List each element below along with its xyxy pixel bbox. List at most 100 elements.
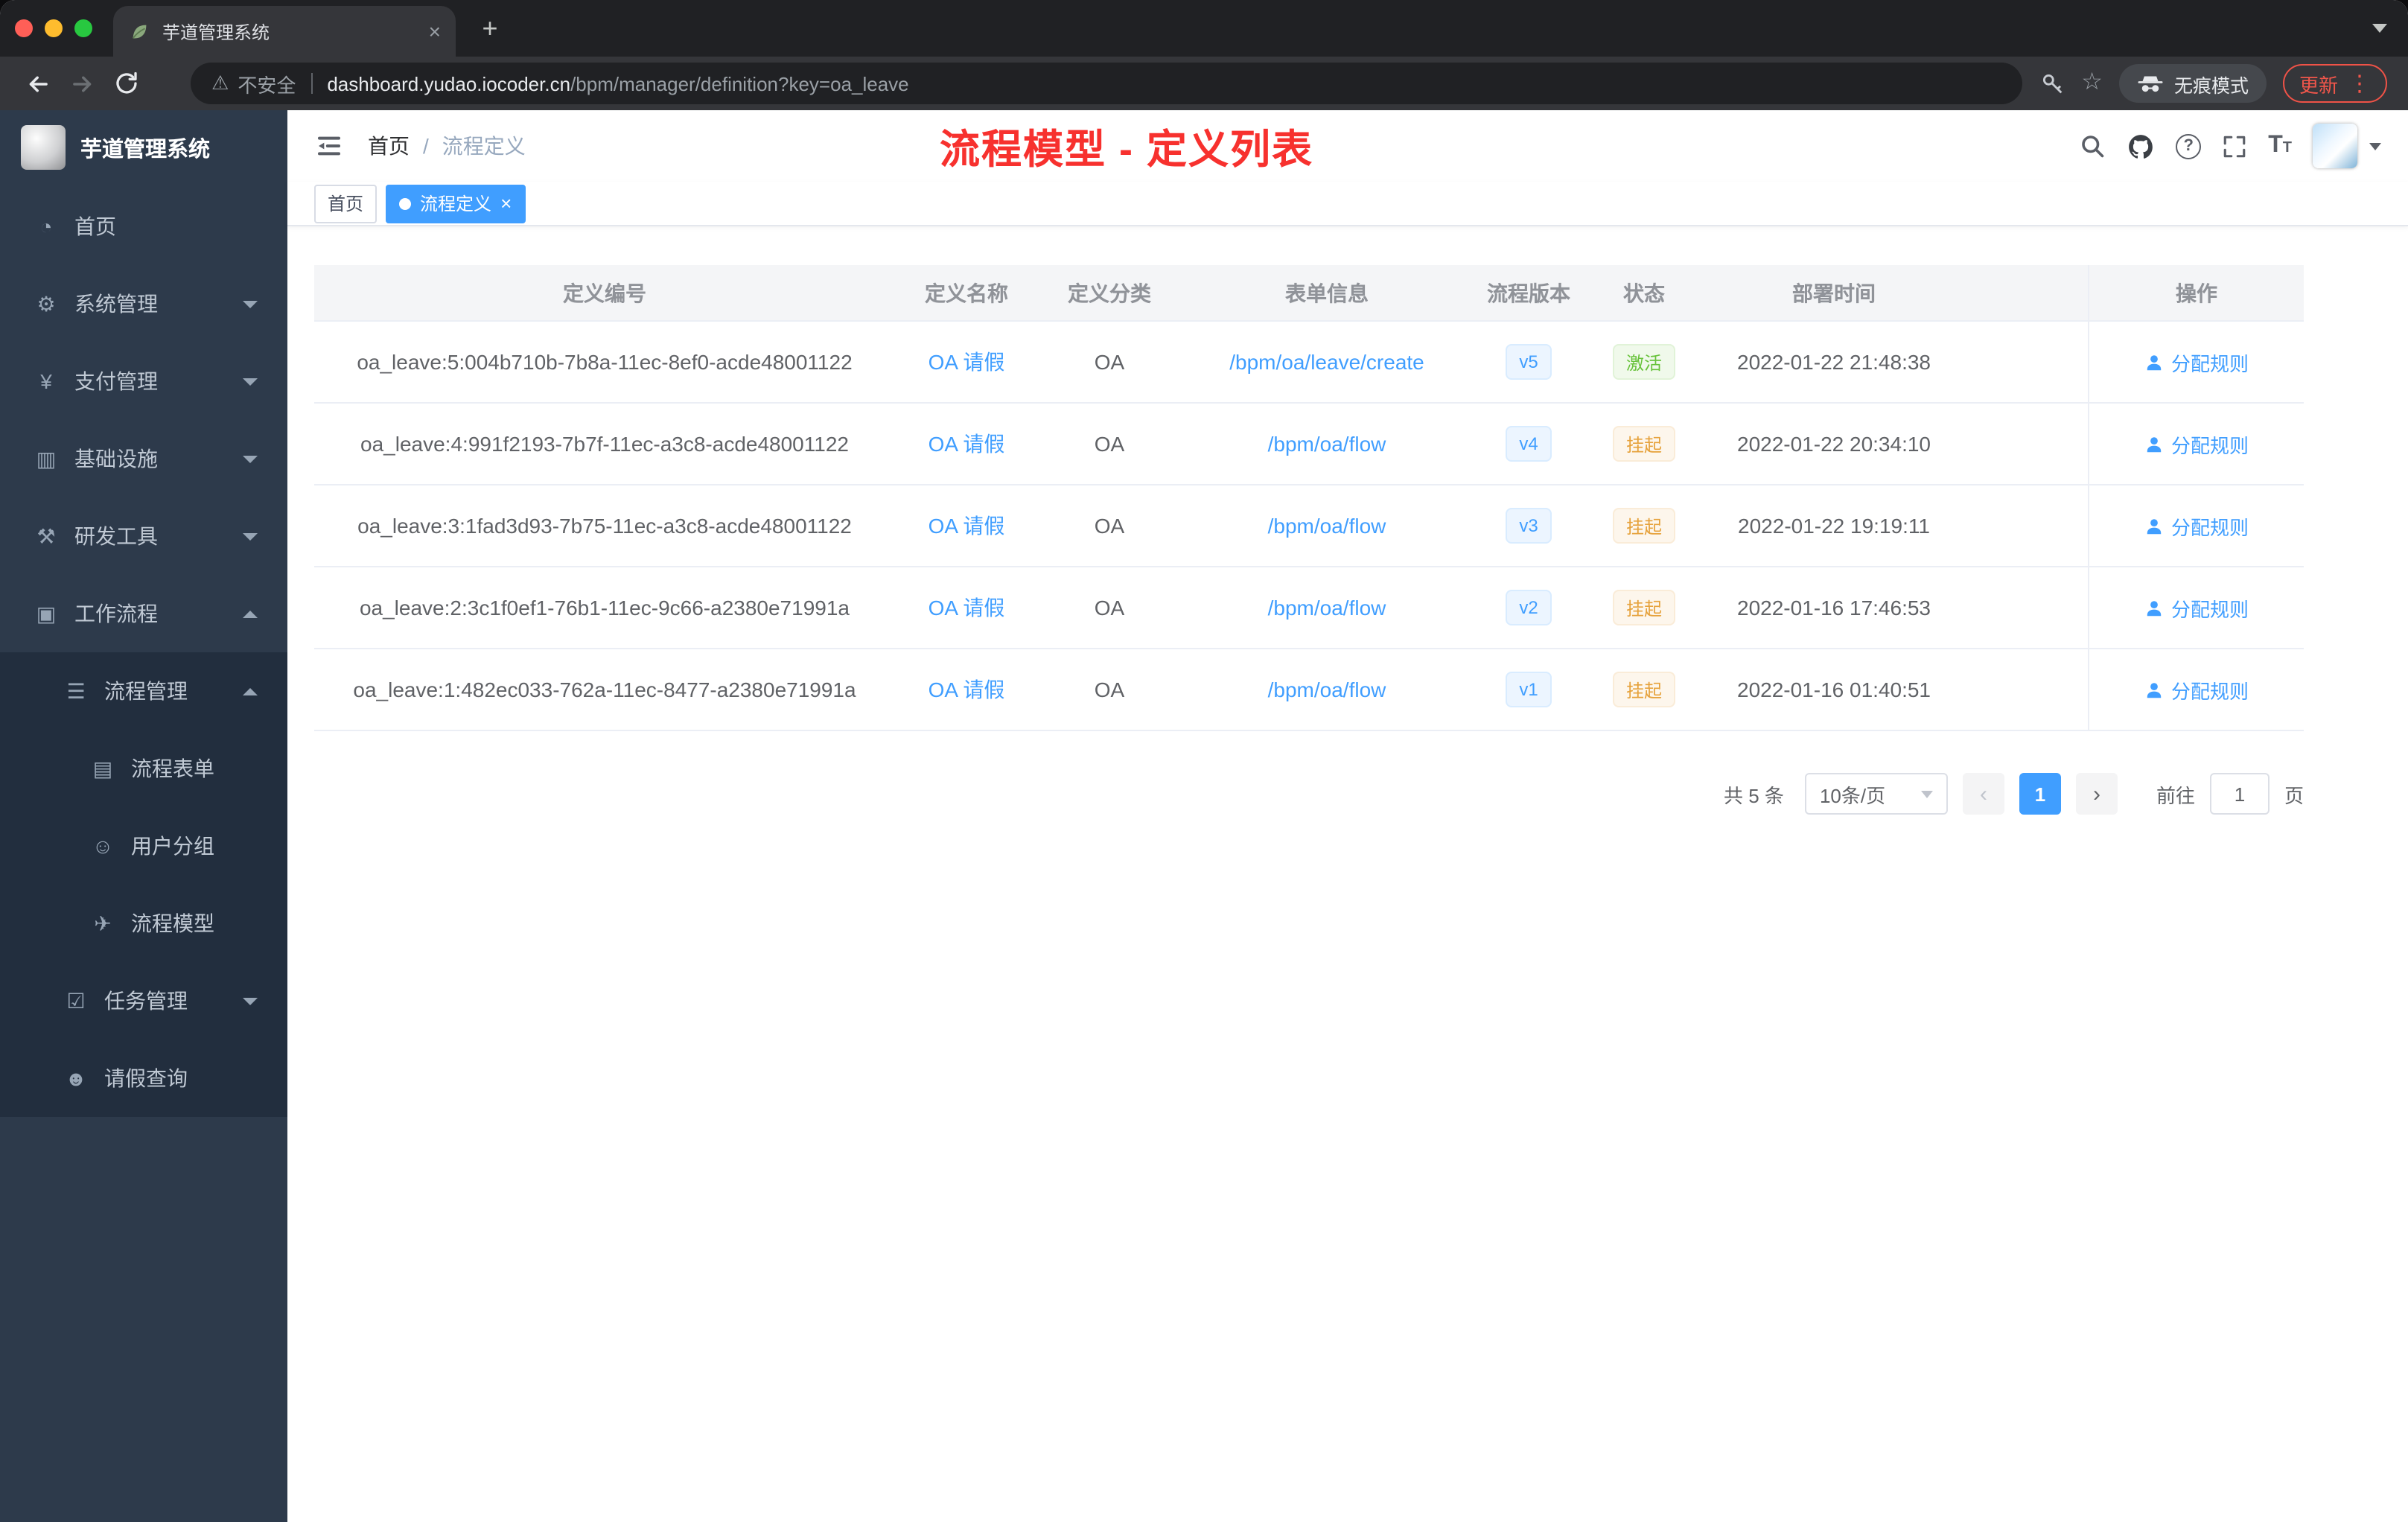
sidebar-item-8[interactable]: ☺ 用户分组 xyxy=(0,807,287,885)
cell-deploy-time: 2022-01-22 19:19:11 xyxy=(1738,514,1930,538)
form-info-link[interactable]: /bpm/oa/leave/create xyxy=(1229,350,1424,374)
page-number-1[interactable]: 1 xyxy=(2019,773,2061,815)
app-title: 芋道管理系统 xyxy=(80,138,210,162)
col-form-info: 表单信息 xyxy=(1285,281,1369,305)
breadcrumb-home[interactable]: 首页 xyxy=(368,131,410,161)
traffic-lights xyxy=(0,19,113,37)
goto-page-input[interactable]: 1 xyxy=(2209,773,2270,815)
reload-button[interactable] xyxy=(104,61,149,106)
definition-name-link[interactable]: OA 请假 xyxy=(929,429,1005,459)
workflow-icon: ▣ xyxy=(36,601,57,625)
sidebar-item-label: 用户分组 xyxy=(131,834,214,858)
sidebar-item-2[interactable]: ¥ 支付管理 xyxy=(0,343,287,420)
active-tag-dot xyxy=(399,197,412,209)
close-window-button[interactable] xyxy=(15,19,33,37)
cell-spacer xyxy=(1964,404,2088,484)
assign-rule-link[interactable]: 分配规则 xyxy=(2144,430,2249,458)
tab-search-chevron-icon[interactable] xyxy=(2372,24,2387,33)
sidebar-item-9[interactable]: ✈ 流程模型 xyxy=(0,885,287,962)
browser-menu-dots-icon[interactable] xyxy=(2348,72,2371,95)
form-info-link[interactable]: /bpm/oa/flow xyxy=(1268,432,1386,456)
form-info-link[interactable]: /bpm/oa/flow xyxy=(1268,678,1386,701)
sidebar-item-label: 系统管理 xyxy=(74,292,158,316)
maximize-window-button[interactable] xyxy=(74,19,92,37)
password-key-icon[interactable] xyxy=(2039,71,2065,96)
incognito-badge: 无痕模式 xyxy=(2118,64,2267,103)
tags-view-bar: 首页 流程定义 xyxy=(287,182,2408,226)
browser-toolbar: 不安全 dashboard.yudao.iocoder.cn /bpm/mana… xyxy=(0,57,2408,110)
avatar-caret-down-icon[interactable] xyxy=(2369,142,2381,150)
incognito-icon xyxy=(2137,74,2164,93)
sidebar-item-5[interactable]: ▣ 工作流程 xyxy=(0,575,287,652)
help-icon[interactable] xyxy=(2176,133,2202,159)
status-tag: 挂起 xyxy=(1612,672,1675,707)
fullscreen-icon[interactable] xyxy=(2222,133,2247,159)
cell-category: OA xyxy=(1094,350,1125,374)
sidebar-item-10[interactable]: ☑ 任务管理 xyxy=(0,962,287,1039)
definition-name-link[interactable]: OA 请假 xyxy=(929,593,1005,623)
tag-process-definition[interactable]: 流程定义 xyxy=(386,184,526,223)
definition-name-link[interactable]: OA 请假 xyxy=(929,347,1005,377)
col-status: 状态 xyxy=(1623,281,1665,305)
form-info-link[interactable]: /bpm/oa/flow xyxy=(1268,514,1386,538)
url-domain: dashboard.yudao.iocoder.cn xyxy=(327,72,571,95)
sidebar-item-3[interactable]: ▥ 基础设施 xyxy=(0,420,287,497)
chrome-update-button[interactable]: 更新 xyxy=(2282,64,2387,103)
bookmark-star-icon[interactable] xyxy=(2081,71,2103,95)
forward-button[interactable] xyxy=(60,61,104,106)
page-size-select[interactable]: 10条/页 xyxy=(1804,773,1948,815)
version-tag: v1 xyxy=(1506,672,1552,707)
sidebar-collapse-icon[interactable] xyxy=(314,131,344,161)
tag-close-icon[interactable] xyxy=(500,194,512,213)
assign-rule-link[interactable]: 分配规则 xyxy=(2144,593,2249,622)
tag-home[interactable]: 首页 xyxy=(314,184,378,223)
security-label: 不安全 xyxy=(238,74,296,96)
github-icon[interactable] xyxy=(2127,132,2155,160)
person-icon xyxy=(2144,434,2164,453)
minimize-window-button[interactable] xyxy=(45,19,63,37)
sidebar: 芋道管理系统 ◔ 首页 ⚙ 系统管理 ¥ 支付管理 ▥ 基础设施 ⚒ 研发工具 ▣ 工作流程 ☰ 流程管理… xyxy=(0,110,287,1522)
next-page-button[interactable] xyxy=(2075,773,2118,815)
chevron-down-icon xyxy=(243,455,258,462)
tab-close-icon[interactable] xyxy=(429,21,441,42)
form-info-link[interactable]: /bpm/oa/flow xyxy=(1268,596,1386,620)
logo-avatar xyxy=(21,125,66,170)
col-version: 流程版本 xyxy=(1487,281,1570,305)
main-area: 首页 / 流程定义 流程模型 - 定义列表 ? T T 首页 流程定义 × 定义… xyxy=(287,110,2408,1522)
table-row: oa_leave:1:482ec033-762a-11ec-8477-a2380… xyxy=(314,649,2304,731)
task-icon: ☑ xyxy=(66,988,86,1012)
goto-label: 前往 xyxy=(2156,784,2195,806)
assign-rule-link[interactable]: 分配规则 xyxy=(2144,675,2249,704)
sidebar-item-label: 流程表单 xyxy=(131,757,214,780)
person-icon xyxy=(2144,516,2164,535)
sidebar-logo[interactable]: 芋道管理系统 xyxy=(0,110,287,185)
sidebar-item-label: 流程管理 xyxy=(104,679,188,703)
person-icon xyxy=(2144,598,2164,617)
search-icon[interactable] xyxy=(2079,133,2106,159)
version-tag: v3 xyxy=(1506,508,1552,544)
assign-rule-link[interactable]: 分配规则 xyxy=(2144,348,2249,376)
version-tag: v4 xyxy=(1506,426,1552,462)
status-tag: 挂起 xyxy=(1612,590,1675,625)
url-path: /bpm/manager/definition?key=oa_leave xyxy=(570,72,909,95)
assign-rule-link[interactable]: 分配规则 xyxy=(2144,512,2249,540)
infrastructure-icon: ▥ xyxy=(36,446,57,470)
sidebar-item-4[interactable]: ⚒ 研发工具 xyxy=(0,497,287,575)
font-size-icon[interactable] xyxy=(2268,133,2292,159)
user-avatar[interactable] xyxy=(2313,124,2357,168)
leave-icon: ☻ xyxy=(65,1066,87,1090)
pagination-total: 共 5 条 xyxy=(1724,784,1784,806)
prev-page-button[interactable] xyxy=(1962,773,2004,815)
sidebar-item-0[interactable]: ◔ 首页 xyxy=(0,188,287,265)
address-bar[interactable]: 不安全 dashboard.yudao.iocoder.cn /bpm/mana… xyxy=(191,63,2022,104)
browser-tab[interactable]: 芋道管理系统 xyxy=(113,6,456,57)
table-row: oa_leave:5:004b710b-7b8a-11ec-8ef0-acde4… xyxy=(314,322,2304,404)
sidebar-item-1[interactable]: ⚙ 系统管理 xyxy=(0,265,287,343)
definition-name-link[interactable]: OA 请假 xyxy=(929,675,1005,704)
definition-name-link[interactable]: OA 请假 xyxy=(929,511,1005,541)
sidebar-item-11[interactable]: ☻ 请假查询 xyxy=(0,1039,287,1117)
back-button[interactable] xyxy=(15,61,60,106)
new-tab-button[interactable] xyxy=(471,9,509,48)
sidebar-item-6[interactable]: ☰ 流程管理 xyxy=(0,652,287,730)
sidebar-item-7[interactable]: ▤ 流程表单 xyxy=(0,730,287,807)
